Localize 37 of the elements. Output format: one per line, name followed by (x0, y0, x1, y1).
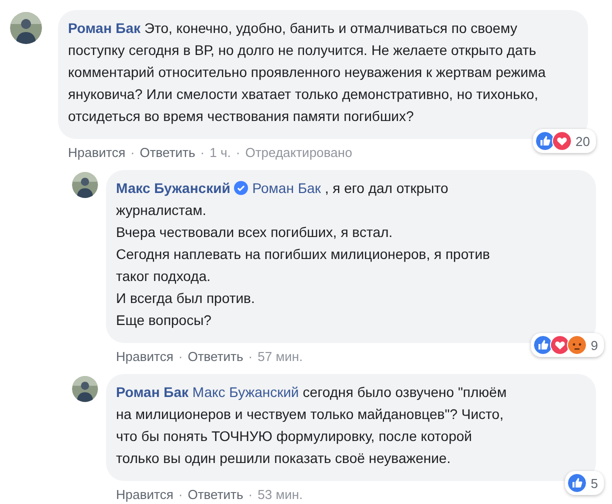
separator-dot: · (248, 349, 253, 364)
action-link[interactable]: Ответить (140, 145, 196, 160)
separator-dot: · (200, 145, 205, 160)
reaction-summary[interactable]: 5 (564, 471, 604, 495)
author-name[interactable]: Макс Бужанский (116, 180, 230, 196)
separator-dot: · (248, 487, 253, 502)
mention-link[interactable]: Роман Бак (252, 180, 321, 196)
separator-dot: · (130, 145, 135, 160)
avatar[interactable] (10, 12, 42, 44)
timestamp: 1 ч. (210, 145, 231, 160)
comment-text: Роман Бак Макс Бужанский сегодня было озвучено "плюём на милиционеров и чествуем только майдановцев"? Чисто, что бы понять ТОЧНУЮ формулировку, после которой только вы один решили показать своё неуважение. (116, 383, 508, 468)
like-icon (566, 473, 587, 493)
separator-dot: · (236, 145, 240, 160)
action-link[interactable]: Нравится (68, 145, 126, 160)
timestamp: Отредактировано (245, 145, 352, 160)
comment-text: Роман Бак Это, конечно, удобно, банить и отмалчиваться по своему поступку сегодня в ВР, но долго не получится. Не желаете открыто дать комментарий относительно проявленного неуважения к жертвам режима януковича? Или смелости хватает только демонстративно, но тихонько, отсидеться во время чествования памяти погибших? (68, 19, 547, 126)
avatar[interactable] (72, 376, 98, 402)
author-name[interactable]: Роман Бак (68, 20, 141, 36)
angry-face-icon (566, 335, 587, 355)
like-icon (534, 131, 555, 151)
mention-link[interactable]: Макс Бужанский (192, 384, 299, 400)
author-name[interactable]: Роман Бак (116, 384, 189, 400)
comment-text: Макс Бужанский Роман Бак , я его дал открыто журналистам. Вчера чествовали всех погибших, я встал. Сегодня наплевать на погибших милиционеров, я против таког подхода. И всегда был против. Еще вопросы? (116, 179, 491, 330)
action-link[interactable]: Нравится (116, 349, 174, 364)
separator-dot: · (178, 349, 183, 364)
reaction-summary[interactable]: 9 (530, 333, 604, 357)
timestamp: 57 мин. (258, 349, 303, 364)
reaction-summary[interactable]: 20 (532, 129, 596, 153)
action-link[interactable]: Ответить (188, 349, 244, 364)
heart-icon (552, 131, 572, 151)
avatar[interactable] (72, 172, 98, 198)
action-link[interactable]: Ответить (188, 487, 244, 502)
action-link[interactable]: Нравится (116, 487, 174, 502)
heart-icon (550, 335, 570, 355)
like-icon (532, 335, 553, 355)
separator-dot: · (178, 487, 183, 502)
timestamp: 53 мин. (258, 487, 303, 502)
